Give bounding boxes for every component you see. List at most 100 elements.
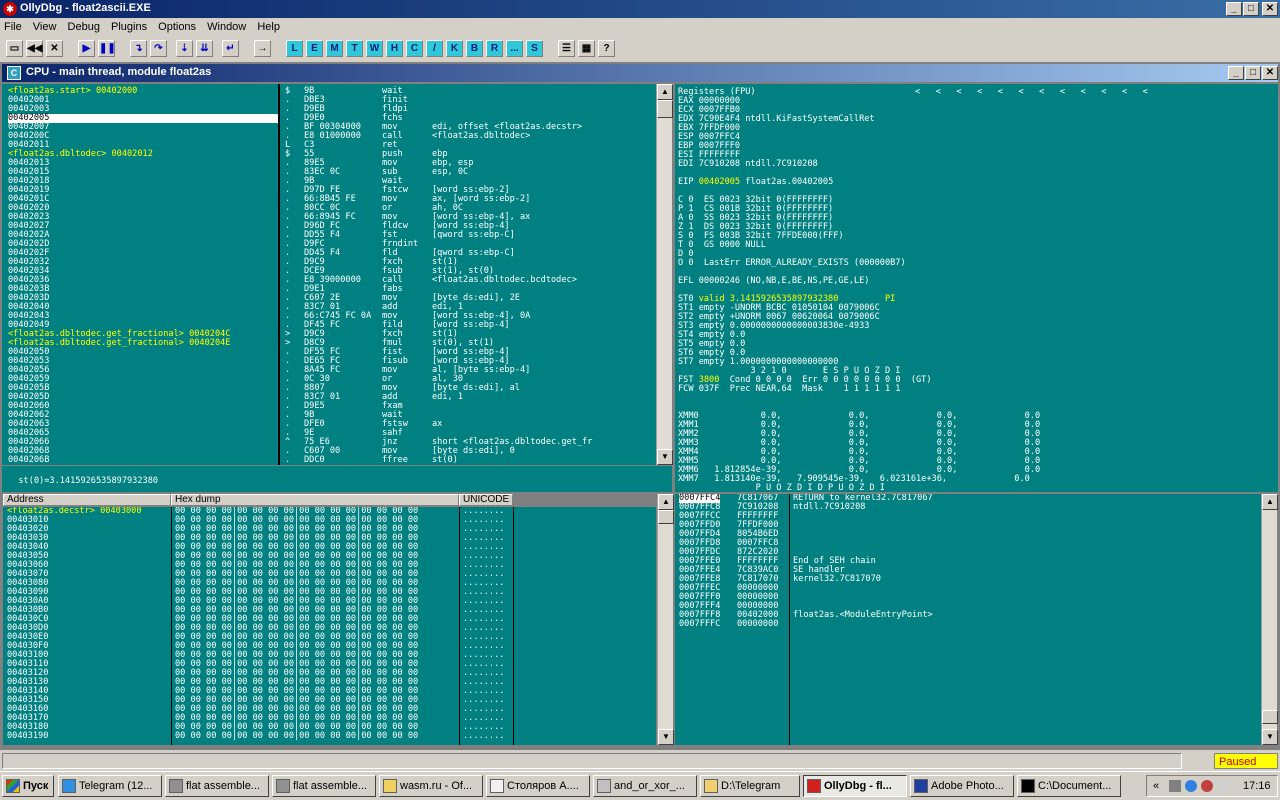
disasm-hex-bytes[interactable]: 83EC 0C [304, 168, 382, 177]
task-ollydbg[interactable]: OllyDbg - fl... [803, 775, 907, 797]
register-line[interactable]: EFL 00000246 (NO,NB,E,BE,NS,PE,GE,LE) [678, 277, 1040, 286]
threads-window-button[interactable]: T [346, 40, 363, 57]
scroll-down-icon[interactable]: ▼ [1262, 729, 1278, 745]
task-documents[interactable]: C:\Document... [1017, 775, 1121, 797]
task-flat-assembler-1[interactable]: flat assemble... [165, 775, 269, 797]
grid-icon[interactable]: ▦ [578, 40, 595, 57]
register-line[interactable]: FCW 037F Prec NEAR,64 Mask 1 1 1 1 1 1 [678, 385, 1040, 394]
register-line[interactable]: EDI 7C910208 ntdll.7C910208 [678, 160, 1040, 169]
source-window-button[interactable]: S [526, 40, 543, 57]
disasm-operands[interactable]: [byte ds:edi], 2E [432, 294, 656, 303]
patches-window-button[interactable]: / [426, 40, 443, 57]
cpu-window-button[interactable]: C [406, 40, 423, 57]
breakpoints-window-button[interactable]: B [466, 40, 483, 57]
log-window-button[interactable]: L [286, 40, 303, 57]
disasm-operands[interactable] [432, 411, 656, 420]
security-icon[interactable] [1201, 780, 1213, 792]
menu-file[interactable]: File [0, 19, 26, 35]
disasm-jump-mark[interactable]: . [285, 456, 295, 465]
disasm-operands[interactable]: st(0) [432, 456, 656, 465]
cpu-close-button[interactable]: ✕ [1262, 66, 1278, 80]
disasm-operands[interactable]: ax [432, 420, 656, 429]
disasm-operands[interactable] [432, 141, 656, 150]
network-icon[interactable] [1169, 780, 1181, 792]
disasm-operands[interactable] [432, 96, 656, 105]
open-icon[interactable]: ▭ [6, 40, 23, 57]
close-button[interactable]: ✕ [1262, 2, 1278, 16]
task-wasm[interactable]: wasm.ru - Of... [379, 775, 483, 797]
disasm-hex-bytes[interactable]: D9E5 [304, 402, 382, 411]
task-stolyarov[interactable]: Столяров А.... [486, 775, 590, 797]
minimize-button[interactable]: _ [1226, 2, 1242, 16]
volume-icon[interactable] [1217, 780, 1229, 792]
stack-pane[interactable]: 0007FFC4 7C817067 RETURN to kernel32.7C817… [675, 494, 1261, 745]
menu-window[interactable]: Window [203, 19, 250, 35]
scroll-up-icon[interactable]: ▲ [1262, 494, 1278, 510]
task-telegram-folder[interactable]: D:\Telegram [700, 775, 800, 797]
disasm-operands[interactable]: esp, 0C [432, 168, 656, 177]
disassembly-pane[interactable]: <float2as.start> 00402000 00402001 0040200… [2, 84, 656, 465]
trace-into-icon[interactable]: ⇣ [176, 40, 193, 57]
windows-window-button[interactable]: W [366, 40, 383, 57]
run-trace-window-button[interactable]: ... [506, 40, 523, 57]
cpu-minimize-button[interactable]: _ [1228, 66, 1244, 80]
maximize-button[interactable]: □ [1243, 2, 1259, 16]
disasm-scrollbar[interactable]: ▲ ▼ [656, 84, 673, 465]
disasm-operands[interactable]: ax, [word ss:ebp-2] [432, 195, 656, 204]
disasm-operands[interactable]: <float2as.dbltodec.bcdtodec> [432, 276, 656, 285]
close-icon[interactable]: ✕ [46, 40, 63, 57]
step-over-icon[interactable]: ↷ [150, 40, 167, 57]
menu-options[interactable]: Options [154, 19, 200, 35]
scroll-thumb[interactable] [657, 100, 673, 118]
disasm-address[interactable]: 0040206B [8, 456, 278, 465]
stack-scrollbar[interactable]: ▲ ▼ [1261, 494, 1278, 745]
disasm-mnemonic[interactable]: ffree [382, 456, 432, 465]
disasm-hex-bytes[interactable]: DDC0 [304, 456, 382, 465]
help-icon[interactable]: ? [598, 40, 615, 57]
start-button[interactable]: Пуск [2, 775, 54, 797]
disasm-operands[interactable] [432, 402, 656, 411]
references-window-button[interactable]: R [486, 40, 503, 57]
dump-pane[interactable]: <float2as.decstr> 00403000 00403010 004030… [3, 507, 656, 745]
disasm-operands[interactable]: al, [byte ss:ebp-4] [432, 366, 656, 375]
dump-hex-row[interactable]: 00 00 00 00|00 00 00 00|00 00 00 00|00 0… [175, 732, 418, 741]
execute-till-return-icon[interactable]: ↵ [222, 40, 239, 57]
disasm-operands[interactable]: <float2as.dbltodec> [432, 132, 656, 141]
task-photoshop[interactable]: Adobe Photo... [910, 775, 1014, 797]
disasm-operands[interactable]: [qword ss:ebp-C] [432, 249, 656, 258]
handles-window-button[interactable]: H [386, 40, 403, 57]
register-line[interactable] [678, 394, 1040, 403]
list-icon[interactable]: ☰ [558, 40, 575, 57]
scroll-down-icon[interactable]: ▼ [657, 449, 673, 465]
cpu-maximize-button[interactable]: □ [1245, 66, 1261, 80]
menu-help[interactable]: Help [253, 19, 284, 35]
go-to-icon[interactable]: → [254, 40, 271, 57]
modules-window-button[interactable]: E [306, 40, 323, 57]
dump-header-unicode[interactable]: UNICODE [459, 494, 513, 506]
clock[interactable]: 17:16 [1243, 776, 1271, 796]
task-telegram[interactable]: Telegram (12... [58, 775, 162, 797]
scroll-down-icon[interactable]: ▼ [658, 729, 674, 745]
scroll-up-icon[interactable]: ▲ [658, 494, 674, 510]
scroll-thumb[interactable] [658, 510, 674, 524]
run-icon[interactable]: ▶ [78, 40, 95, 57]
dump-unicode-row[interactable]: ........ [463, 732, 504, 741]
disasm-operands[interactable]: edi, 1 [432, 393, 656, 402]
register-line[interactable]: T 0 GS 0000 NULL [678, 241, 1040, 250]
call-stack-window-button[interactable]: K [446, 40, 463, 57]
tray-chevron-icon[interactable]: « [1153, 776, 1159, 796]
registers-pane[interactable]: Registers (FPU) < < < < < < < < < < < < … [675, 84, 1278, 492]
menu-debug[interactable]: Debug [64, 19, 104, 35]
step-into-icon[interactable]: ↴ [130, 40, 147, 57]
scroll-up-icon[interactable]: ▲ [657, 84, 673, 100]
pause-icon[interactable]: ❚❚ [98, 40, 116, 57]
stack-row[interactable]: 0007FFFC 00000000 [675, 620, 1261, 629]
memory-window-button[interactable]: M [326, 40, 343, 57]
disasm-operands[interactable]: [word ss:ebp-4] [432, 321, 656, 330]
scroll-thumb[interactable] [1262, 710, 1278, 724]
register-line[interactable]: P U O Z D I D P U O Z D I [678, 484, 1040, 493]
restart-icon[interactable]: ◀◀ [26, 40, 43, 57]
disasm-operands[interactable]: [byte ds:edi], al [432, 384, 656, 393]
dump-address[interactable]: 00403190 [7, 732, 142, 741]
menu-plugins[interactable]: Plugins [107, 19, 151, 35]
